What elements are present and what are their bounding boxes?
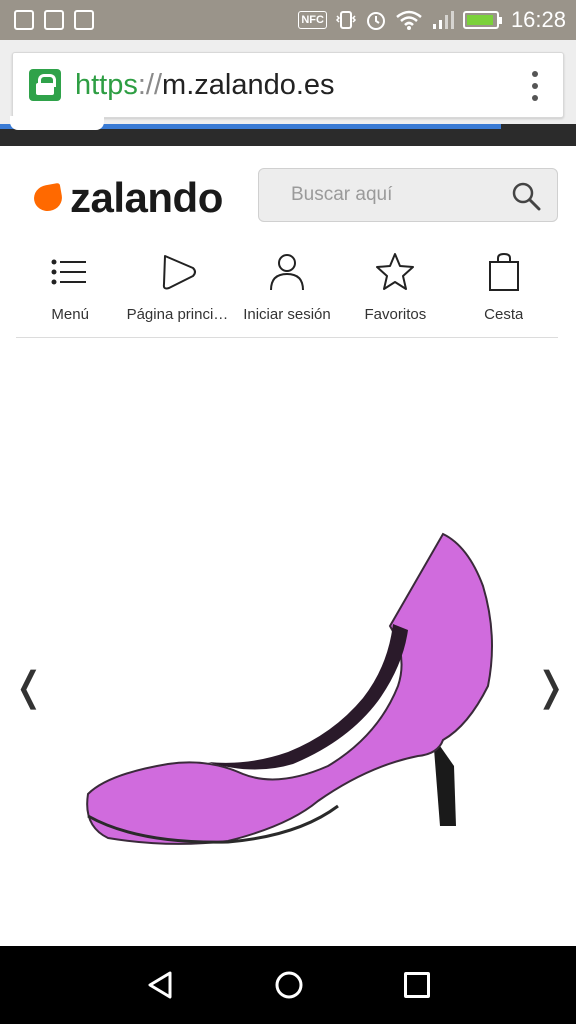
- search-box[interactable]: [258, 168, 558, 222]
- main-navigation: Menú Página principal Iniciar sesión Fav…: [16, 242, 558, 338]
- image-icon: [44, 10, 64, 30]
- nav-item-menu[interactable]: Menú: [16, 242, 124, 337]
- alarm-icon: [366, 12, 385, 30]
- nav-item-cart[interactable]: Cesta: [450, 242, 558, 337]
- system-icons: NFC 16:28: [298, 6, 566, 34]
- nav-item-home[interactable]: Página principal: [124, 242, 232, 337]
- nav-label-home: Página principal: [126, 306, 231, 323]
- lock-icon[interactable]: [29, 69, 61, 101]
- system-navigation-bar: [0, 946, 576, 1024]
- search-input[interactable]: [259, 169, 499, 221]
- user-icon: [269, 254, 304, 291]
- address-bar[interactable]: https://m.zalando.es: [12, 52, 564, 118]
- menu-list-icon: [51, 259, 87, 285]
- browser-toolbar: https://m.zalando.es: [0, 40, 576, 146]
- url-text[interactable]: https://m.zalando.es: [75, 67, 335, 103]
- web-page: zalando Menú Página principal Iniciar: [0, 146, 576, 946]
- recent-apps-icon[interactable]: [404, 972, 430, 998]
- nav-label-cart: Cesta: [484, 306, 524, 323]
- clock: 16:28: [510, 7, 566, 32]
- home-play-icon: [162, 255, 196, 290]
- status-bar: NFC 16:28: [0, 0, 576, 40]
- nav-label-favorites: Favoritos: [364, 306, 427, 323]
- url-host: m.zalando.es: [162, 69, 335, 101]
- nav-item-login[interactable]: Iniciar sesión: [233, 242, 341, 337]
- tab-indicator: [10, 116, 104, 130]
- shopping-bag-icon: [488, 252, 519, 291]
- next-image-arrow[interactable]: ❭: [534, 664, 568, 710]
- product-gallery: ❬ ❭: [0, 346, 576, 946]
- battery-charging-icon: [462, 11, 502, 29]
- url-scheme: https: [75, 69, 138, 101]
- notification-icons: [14, 10, 94, 30]
- logo-text: zalando: [70, 174, 223, 221]
- home-icon[interactable]: [274, 970, 304, 1000]
- signal-icon: [432, 11, 454, 29]
- product-image-shoe[interactable]: [78, 526, 508, 856]
- nfc-icon: NFC: [298, 11, 327, 29]
- page-load-progress: [0, 116, 576, 146]
- url-separator: ://: [137, 69, 163, 101]
- overflow-menu-icon[interactable]: [531, 71, 539, 101]
- back-icon[interactable]: [146, 970, 176, 1000]
- star-icon: [376, 253, 415, 290]
- prev-image-arrow[interactable]: ❬: [12, 664, 46, 710]
- image-icon: [14, 10, 34, 30]
- nav-label-login: Iniciar sesión: [243, 306, 331, 323]
- zalando-logo-mark-icon: [32, 183, 64, 213]
- zalando-logo[interactable]: zalando: [32, 174, 223, 221]
- briefcase-icon: [74, 10, 94, 30]
- nav-label-menu: Menú: [51, 306, 89, 323]
- search-icon[interactable]: [511, 181, 541, 211]
- vibrate-icon: [335, 11, 356, 29]
- nav-item-favorites[interactable]: Favoritos: [341, 242, 449, 337]
- wifi-icon: [396, 10, 422, 30]
